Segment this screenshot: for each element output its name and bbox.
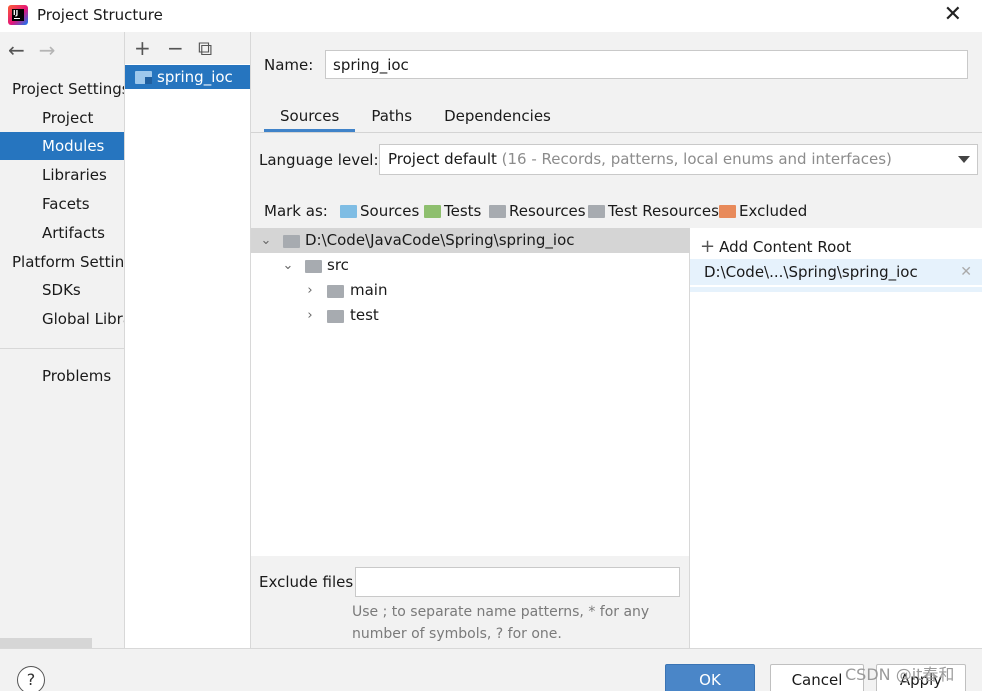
- tab-sources[interactable]: Sources: [264, 104, 356, 132]
- language-level-label: Language level:: [259, 151, 379, 169]
- dialog-footer: ? OK Cancel Apply CSDN @it春和: [0, 648, 982, 691]
- exclude-files-section: Exclude files: Use ; to separate name pa…: [251, 556, 690, 648]
- project-settings-heading: Project Settings: [12, 80, 125, 98]
- chevron-down-icon[interactable]: ⌄: [259, 228, 273, 253]
- exclude-files-label: Exclude files:: [259, 573, 359, 591]
- language-level-value: Project default: [388, 150, 497, 168]
- module-toolbar: + − ⧉: [125, 32, 250, 64]
- add-icon[interactable]: +: [134, 36, 151, 60]
- copy-icon[interactable]: ⧉: [198, 36, 212, 60]
- title-bar: IJ Project Structure ✕: [0, 0, 982, 32]
- module-tabs: Sources Paths Dependencies: [264, 104, 567, 132]
- excluded-folder-icon: [719, 205, 736, 218]
- chevron-down-icon[interactable]: ⌄: [281, 253, 295, 278]
- exclude-files-input[interactable]: [355, 567, 680, 597]
- remove-root-icon[interactable]: ✕: [960, 259, 972, 285]
- platform-settings-heading: Platform Settings: [12, 253, 125, 271]
- mark-as-test-resources-button[interactable]: Test Resources: [588, 202, 719, 220]
- nav-item-modules[interactable]: Modules: [0, 132, 124, 160]
- remove-icon[interactable]: −: [167, 36, 184, 60]
- module-item-label: spring_ioc: [157, 68, 233, 86]
- watermark: CSDN @it春和: [845, 665, 955, 684]
- tree-row-root[interactable]: ⌄ D:\Code\JavaCode\Spring\spring_ioc: [251, 228, 690, 253]
- test-resources-folder-icon: [588, 205, 605, 218]
- tabs-divider: [251, 132, 982, 133]
- nav-arrows: ← →: [8, 38, 70, 62]
- content-root-entry[interactable]: D:\Code\...\Spring\spring_ioc ✕: [690, 259, 982, 285]
- module-item-spring-ioc[interactable]: spring_ioc: [125, 65, 250, 89]
- nav-item-global-libraries[interactable]: Global Libraries: [0, 305, 124, 333]
- folder-icon: [327, 285, 344, 298]
- content-roots-panel: + Add Content Root D:\Code\...\Spring\spr…: [690, 228, 982, 648]
- nav-divider: [0, 348, 124, 349]
- chevron-right-icon[interactable]: ›: [303, 278, 317, 303]
- nav-item-sdks[interactable]: SDKs: [0, 276, 124, 304]
- nav-item-artifacts[interactable]: Artifacts: [0, 219, 124, 247]
- module-name-input[interactable]: [325, 50, 968, 79]
- nav-item-problems[interactable]: Problems: [0, 362, 124, 390]
- mark-as-resources-button[interactable]: Resources: [489, 202, 586, 220]
- tab-paths[interactable]: Paths: [355, 104, 428, 132]
- settings-nav: ← → Project Settings Project Modules Libr…: [0, 32, 125, 648]
- content-root-strip: [690, 287, 982, 292]
- module-list-panel: + − ⧉ spring_ioc: [125, 32, 251, 648]
- name-label: Name:: [264, 56, 314, 74]
- back-arrow-icon[interactable]: ←: [8, 38, 25, 62]
- sources-folder-icon: [340, 205, 357, 218]
- mark-as-tests-button[interactable]: Tests: [424, 202, 481, 220]
- language-level-select[interactable]: Project default (16 - Records, patterns,…: [379, 144, 978, 175]
- window-title: Project Structure: [37, 6, 163, 24]
- close-icon[interactable]: ✕: [944, 4, 962, 26]
- folder-icon: [283, 235, 300, 248]
- mark-as-excluded-button[interactable]: Excluded: [719, 202, 807, 220]
- nav-item-facets[interactable]: Facets: [0, 190, 124, 218]
- module-settings: Name: SourcesPathsDependencies Language …: [251, 32, 982, 648]
- tree-row-test[interactable]: › test: [251, 303, 690, 328]
- tab-dependencies[interactable]: Dependencies: [428, 104, 567, 132]
- help-icon[interactable]: ?: [17, 666, 45, 691]
- mark-as-label: Mark as:: [264, 202, 328, 220]
- folder-icon: [327, 310, 344, 323]
- tests-folder-icon: [424, 205, 441, 218]
- plus-icon: +: [700, 236, 716, 257]
- add-content-root-button[interactable]: + Add Content Root: [700, 236, 851, 257]
- folder-icon: [305, 260, 322, 273]
- module-folder-icon: [135, 71, 152, 84]
- chevron-down-icon: [958, 156, 970, 163]
- source-tree: ⌄ D:\Code\JavaCode\Spring\spring_ioc ⌄ s…: [251, 228, 690, 556]
- language-level-hint: (16 - Records, patterns, local enums and…: [501, 150, 892, 168]
- mark-as-sources-button[interactable]: Sources: [340, 202, 419, 220]
- chevron-right-icon[interactable]: ›: [303, 303, 317, 328]
- tree-row-main[interactable]: › main: [251, 278, 690, 303]
- nav-item-libraries[interactable]: Libraries: [0, 161, 124, 189]
- exclude-files-hint: Use ; to separate name patterns, * for a…: [352, 604, 650, 642]
- forward-arrow-icon[interactable]: →: [39, 38, 56, 62]
- nav-item-project[interactable]: Project: [0, 104, 124, 132]
- ok-button[interactable]: OK: [665, 664, 755, 691]
- resources-folder-icon: [489, 205, 506, 218]
- horizontal-scrollbar[interactable]: [0, 638, 92, 648]
- intellij-logo-icon: IJ: [8, 5, 28, 25]
- tree-row-src[interactable]: ⌄ src: [251, 253, 690, 278]
